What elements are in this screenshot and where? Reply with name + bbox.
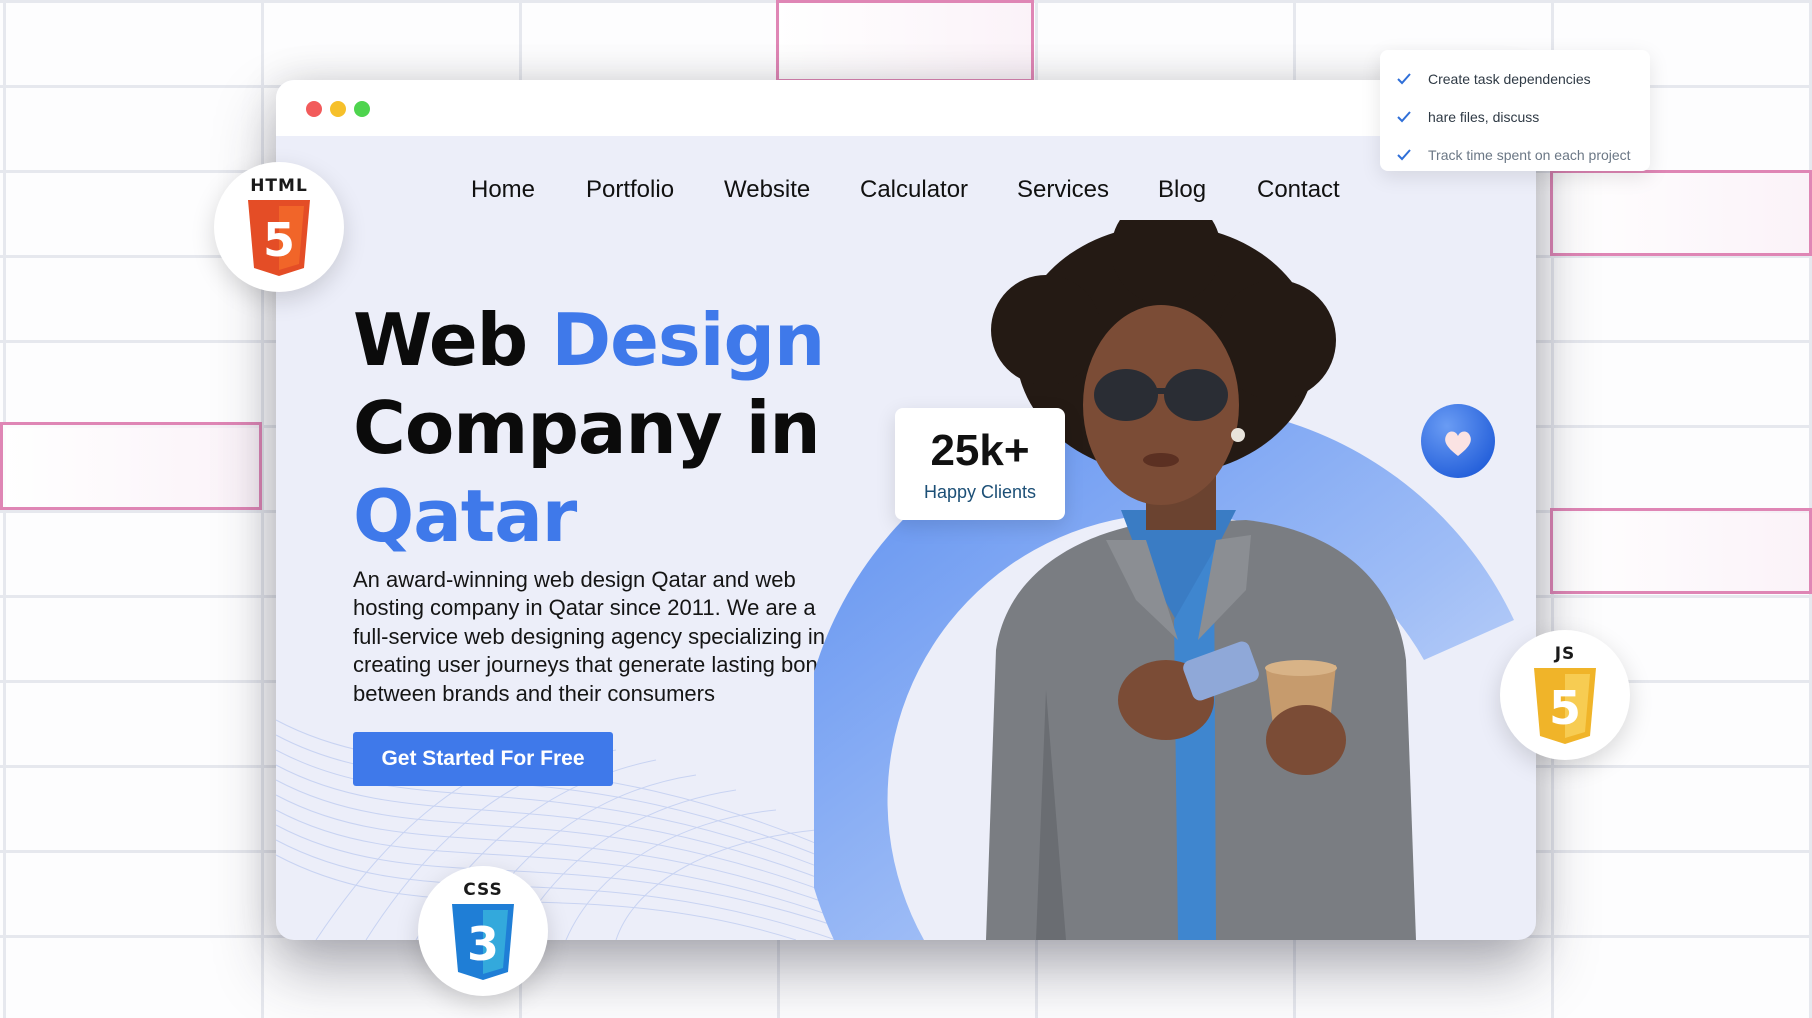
headline-line-company: Company in bbox=[353, 386, 821, 470]
stat-label: Happy Clients bbox=[923, 482, 1037, 502]
browser-window: Home Portfolio Website Calculator Servic… bbox=[276, 80, 1536, 940]
main-nav: Home Portfolio Website Calculator Servic… bbox=[276, 176, 1536, 216]
maximize-window-button[interactable] bbox=[354, 101, 370, 117]
checkmark-icon bbox=[1397, 149, 1411, 161]
highlight-cell bbox=[0, 422, 262, 510]
close-window-button[interactable] bbox=[306, 101, 322, 117]
headline-word-qatar: Qatar bbox=[353, 474, 577, 558]
window-titlebar bbox=[276, 80, 1536, 136]
css-badge-number: 3 bbox=[467, 917, 499, 971]
nav-item-calculator[interactable]: Calculator bbox=[860, 176, 968, 204]
highlight-cell bbox=[1550, 508, 1812, 594]
checklist-item-label: hare files, discuss bbox=[1428, 109, 1540, 125]
wave-mesh-decoration bbox=[276, 719, 896, 940]
headline-word-web: Web bbox=[353, 298, 528, 382]
hero-description: An award-winning web design Qatar and we… bbox=[353, 567, 841, 706]
stat-value: 25k+ bbox=[930, 426, 1030, 475]
get-started-button[interactable]: Get Started For Free bbox=[353, 732, 613, 786]
happy-clients-card: 25k+ Happy Clients bbox=[895, 408, 1065, 520]
css3-shield-icon: 3 bbox=[452, 904, 514, 980]
checkmark-icon bbox=[1397, 111, 1411, 123]
nav-item-home[interactable]: Home bbox=[471, 176, 535, 204]
nav-item-blog[interactable]: Blog bbox=[1158, 176, 1206, 204]
checklist-item-label: Track time spent on each project bbox=[1428, 147, 1631, 163]
js-badge-label: JS bbox=[1554, 644, 1576, 664]
js-badge: JS 5 bbox=[1500, 630, 1630, 760]
html5-shield-icon: 5 bbox=[248, 200, 310, 276]
nav-item-contact[interactable]: Contact bbox=[1257, 176, 1340, 204]
highlight-cell bbox=[776, 0, 1034, 82]
html-badge-number: 5 bbox=[263, 213, 295, 267]
checklist-item-label: Create task dependencies bbox=[1428, 71, 1591, 87]
html-badge-label: HTML bbox=[250, 176, 308, 196]
js-shield-icon: 5 bbox=[1534, 668, 1596, 744]
css-badge-label: CSS bbox=[463, 880, 503, 900]
nav-item-website[interactable]: Website bbox=[724, 176, 810, 204]
nav-item-portfolio[interactable]: Portfolio bbox=[586, 176, 674, 204]
html5-badge: HTML 5 bbox=[214, 162, 344, 292]
checklist-item: hare files, discuss bbox=[1394, 98, 1650, 136]
nav-item-services[interactable]: Services bbox=[1017, 176, 1109, 204]
css3-badge: CSS 3 bbox=[418, 866, 548, 996]
woman-with-phone-photo bbox=[986, 220, 1416, 940]
headline-word-design: Design bbox=[551, 298, 825, 382]
js-badge-number: 5 bbox=[1549, 681, 1581, 735]
highlight-cell bbox=[1550, 170, 1812, 256]
minimize-window-button[interactable] bbox=[330, 101, 346, 117]
feature-checklist: Create task dependencies hare files, dis… bbox=[1380, 50, 1650, 171]
checklist-item: Create task dependencies bbox=[1394, 60, 1650, 98]
checklist-item: Track time spent on each project bbox=[1394, 136, 1650, 174]
checkmark-icon bbox=[1397, 73, 1411, 85]
heart-icon bbox=[1421, 404, 1495, 478]
